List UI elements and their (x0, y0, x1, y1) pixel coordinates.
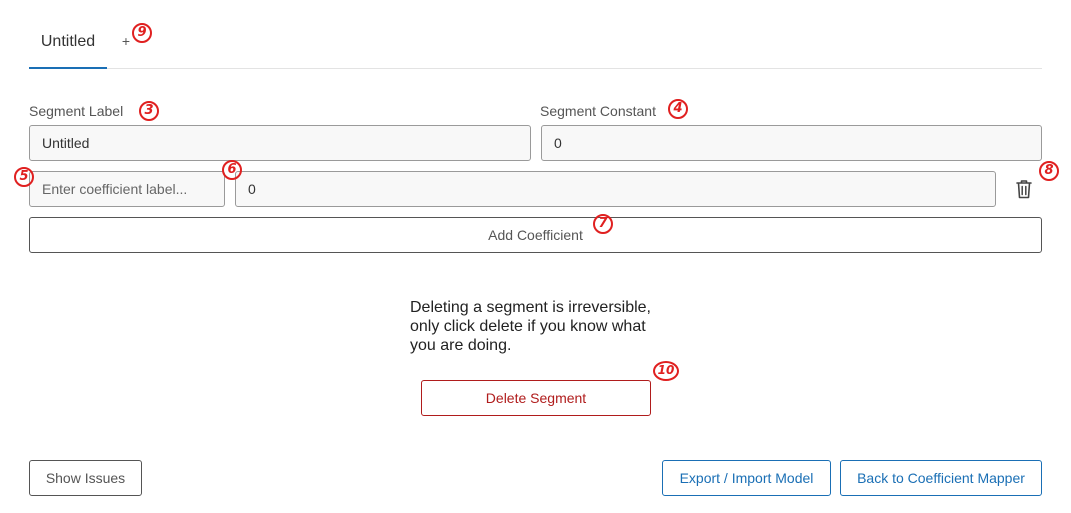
coefficient-label-input[interactable] (29, 171, 225, 207)
segment-label-input[interactable] (29, 125, 531, 161)
annotation-marker-7: 7 (593, 214, 613, 234)
trash-icon[interactable] (1014, 178, 1034, 200)
annotation-marker-3: 3 (139, 101, 159, 121)
annotation-marker-10: 10 (653, 361, 679, 381)
add-coefficient-button[interactable]: Add Coefficient (29, 217, 1042, 253)
segment-editor-page: Untitled + Segment Label Segment Constan… (0, 0, 1071, 513)
show-issues-button[interactable]: Show Issues (29, 460, 142, 496)
coefficient-value-input[interactable] (235, 171, 996, 207)
annotation-marker-9: 9 (132, 23, 152, 43)
annotation-marker-6: 6 (222, 160, 242, 180)
segment-constant-heading: Segment Constant (540, 103, 656, 119)
delete-warning-text: Deleting a segment is irreversible, only… (410, 299, 651, 354)
export-import-model-button[interactable]: Export / Import Model (662, 460, 831, 496)
segment-constant-input[interactable] (541, 125, 1042, 161)
segment-tabs: Untitled + (29, 20, 1042, 69)
back-to-coefficient-mapper-button[interactable]: Back to Coefficient Mapper (840, 460, 1042, 496)
delete-segment-button[interactable]: Delete Segment (421, 380, 651, 416)
tab-untitled[interactable]: Untitled (29, 20, 107, 69)
add-tab-button[interactable]: + (119, 20, 133, 67)
segment-label-heading: Segment Label (29, 103, 124, 119)
annotation-marker-8: 8 (1039, 161, 1059, 181)
annotation-marker-5: 5 (14, 167, 34, 187)
annotation-marker-4: 4 (668, 99, 688, 119)
